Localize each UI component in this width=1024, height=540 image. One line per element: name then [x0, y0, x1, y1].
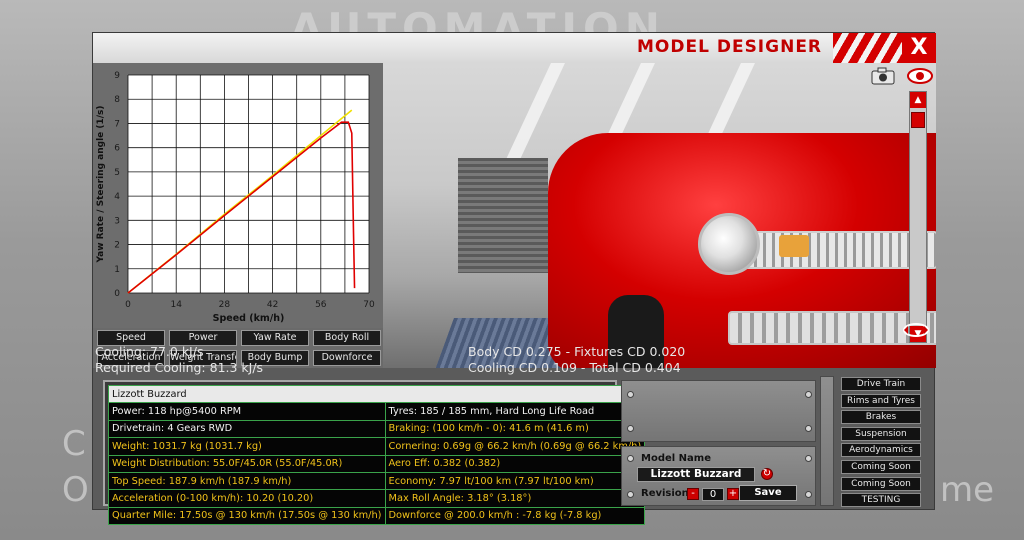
model-designer-window: MODEL DESIGNER X 0 14 28 42 56 70 0 1 2 3 4 5 6 7 8 9 Sp… [92, 32, 936, 526]
stats-cell: Power: 118 hp@5400 RPM [108, 402, 386, 421]
x-axis-label: Speed (km/h) [213, 313, 285, 324]
y-tick-label: 3 [114, 216, 120, 226]
scroll-up-icon[interactable]: ▲ [910, 92, 926, 108]
title-bar: MODEL DESIGNER X [93, 33, 936, 63]
bolt-icon [805, 455, 812, 462]
stats-cell: Braking: (100 km/h - 0): 41.6 m (41.6 m) [384, 419, 646, 439]
y-tick-label: 1 [114, 265, 120, 275]
y-tick-label: 9 [114, 71, 120, 81]
stats-cell: Tyres: 185 / 185 mm, Hard Long Life Road [384, 402, 646, 421]
stats-row: Acceleration (0-100 km/h): 10.20 (10.20)… [108, 489, 646, 508]
graph-button-yaw-rate[interactable]: Yaw Rate [241, 330, 309, 346]
bolt-icon [627, 425, 634, 432]
bolt-icon [627, 491, 634, 498]
x-tick-label: 56 [315, 300, 327, 310]
y-tick-label: 6 [114, 144, 120, 154]
required-cooling-text: Required Cooling: 81.3 kJ/s [95, 360, 264, 375]
background-menu-text: me [940, 470, 995, 510]
zoom-scrollbar[interactable]: ▲ ▼ [909, 91, 927, 343]
stats-cell: Drivetrain: 4 Gears RWD [108, 419, 386, 439]
background-menu-text: O [62, 470, 89, 510]
stats-cell: Quarter Mile: 17.50s @ 130 km/h (17.50s … [108, 506, 386, 526]
model-name-input[interactable]: Lizzott Buzzard [637, 467, 755, 482]
car-stats-panel: Lizzott Buzzard Power: 118 hp@5400 RPM Ty… [103, 380, 646, 526]
side-menu-item[interactable]: Rims and Tyres [841, 393, 921, 408]
car-headlight [698, 213, 760, 275]
stats-cell: Top Speed: 187.9 km/h (187.9 km/h) [108, 471, 386, 491]
stats-row: Weight Distribution: 55.0F/45.0R (55.0F/… [108, 454, 646, 473]
revision-label: Revision [641, 488, 689, 499]
x-tick-label: 28 [219, 300, 231, 310]
y-tick-label: 2 [114, 241, 120, 251]
close-button[interactable]: X [902, 33, 936, 63]
side-menu-item[interactable]: Aerodynamics [841, 443, 921, 458]
graph-button-body-roll[interactable]: Body Roll [313, 330, 381, 346]
screen: AUTOMATION C O me MODEL DESIGNER X 0 14 28… [0, 0, 1024, 540]
title-stripe-decoration [833, 33, 903, 63]
stats-row: Power: 118 hp@5400 RPM Tyres: 185 / 185 m… [108, 402, 646, 421]
stats-cell: Weight Distribution: 55.0F/45.0R (55.0F/… [108, 454, 386, 473]
x-tick-label: 42 [267, 300, 278, 310]
cooling-cd-text: Cooling CD 0.109 - Total CD 0.404 [468, 360, 681, 375]
rotate-view-icon[interactable] [901, 321, 931, 339]
revision-value: 0 [702, 488, 724, 501]
side-menu-rail [820, 376, 834, 506]
side-menu-item[interactable]: Coming Soon [841, 460, 921, 474]
cooling-text: Cooling: 77.0 kJ/s [95, 344, 204, 359]
bolt-icon [805, 425, 812, 432]
side-menu-item[interactable]: Coming Soon [841, 476, 921, 491]
camera-icon[interactable] [870, 67, 896, 85]
car-3d-viewport[interactable] [383, 63, 936, 368]
yaw-rate-chart: 0 14 28 42 56 700123456789Speed (km/h)Yaw Rat… [93, 63, 383, 328]
bolt-icon [627, 455, 634, 462]
y-tick-label: 8 [114, 95, 120, 105]
x-tick-label: 70 [363, 300, 375, 310]
stats-row: Drivetrain: 4 Gears RWD Braking: (100 km/… [108, 419, 646, 439]
background-menu-text: C [62, 424, 86, 464]
blank-metal-panel [621, 380, 816, 442]
stats-row: Weight: 1031.7 kg (1031.7 kg) Cornering: … [108, 437, 646, 456]
scroll-thumb[interactable] [911, 112, 925, 128]
car-indicator-light [779, 235, 809, 257]
y-axis-label: Yaw Rate / Steering angle (1/s) [96, 105, 106, 263]
stats-cell: Cornering: 0.69g @ 66.2 km/h (0.69g @ 66… [384, 437, 646, 456]
y-tick-label: 0 [114, 289, 120, 299]
stats-row: Top Speed: 187.9 km/h (187.9 km/h) Econom… [108, 471, 646, 491]
y-tick-label: 4 [114, 192, 120, 202]
side-menu-item[interactable]: TESTING [841, 493, 921, 508]
side-menu-item[interactable]: Brakes [841, 410, 921, 425]
revision-increment-button[interactable]: + [727, 488, 739, 500]
stats-cell: Downforce @ 200.0 km/h : -7.8 kg (-7.8 k… [384, 506, 646, 526]
y-tick-label: 5 [114, 168, 120, 178]
car-stats-table: Lizzott Buzzard Power: 118 hp@5400 RPM Ty… [107, 384, 646, 526]
randomize-name-icon[interactable]: ↻ [761, 468, 773, 480]
stats-row: Quarter Mile: 17.50s @ 130 km/h (17.50s … [108, 506, 646, 526]
bolt-icon [627, 391, 634, 398]
side-menu-item[interactable]: Suspension [841, 426, 921, 441]
window-title: MODEL DESIGNER [637, 37, 823, 57]
y-tick-label: 7 [114, 119, 120, 129]
stats-cell: Aero Eff: 0.382 (0.382) [384, 454, 646, 473]
stats-cell: Economy: 7.97 lt/100 km (7.97 lt/100 km) [384, 471, 646, 491]
garage-door [458, 158, 548, 273]
stats-model-title: Lizzott Buzzard [107, 384, 646, 404]
model-name-label: Model Name [641, 453, 711, 464]
x-tick-label: 0 [125, 300, 131, 310]
graph-panel: 0 14 28 42 56 70 0 1 2 3 4 5 6 7 8 9 Speed (km/h) Yaw Rat… [93, 63, 383, 368]
revision-decrement-button[interactable]: - [687, 488, 699, 500]
save-button[interactable]: Save [739, 485, 797, 501]
bolt-icon [805, 391, 812, 398]
side-menu-item[interactable]: Drive Train [841, 377, 921, 391]
bolt-icon [805, 491, 812, 498]
body-cd-text: Body CD 0.275 - Fixtures CD 0.020 [468, 344, 686, 359]
stats-cell: Max Roll Angle: 3.18° (3.18°) [384, 489, 646, 508]
graph-button-downforce[interactable]: Downforce [313, 350, 381, 366]
stats-cell: Weight: 1031.7 kg (1031.7 kg) [108, 437, 386, 456]
stats-cell: Acceleration (0-100 km/h): 10.20 (10.20) [108, 489, 386, 508]
x-tick-label: 14 [170, 300, 182, 310]
eye-icon[interactable] [907, 67, 933, 85]
